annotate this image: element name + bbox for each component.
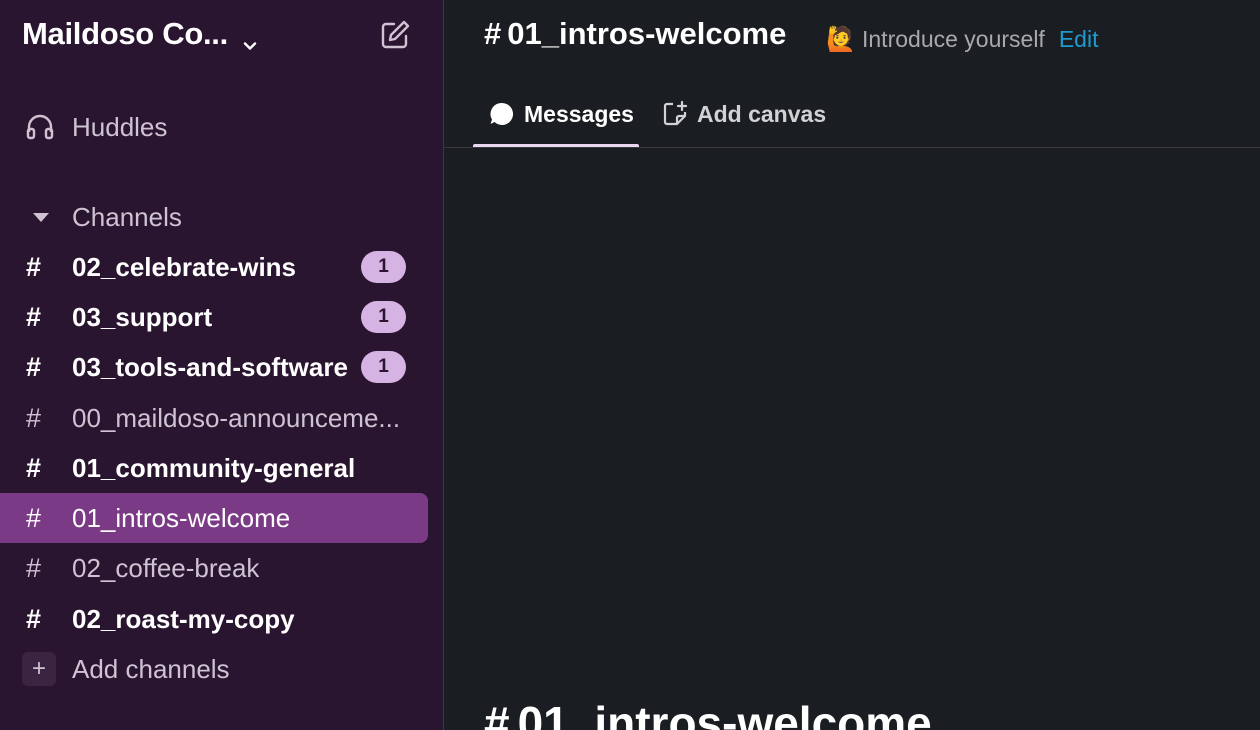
channel-name: 02_coffee-break: [72, 552, 260, 583]
hash-icon: #: [26, 301, 42, 332]
unread-badge: 1: [361, 301, 406, 333]
edit-topic-link[interactable]: Edit: [1059, 26, 1099, 53]
channel-tabs: Messages Add canvas: [444, 80, 1260, 148]
tab-label: Messages: [524, 100, 634, 127]
sidebar-item-huddles[interactable]: Huddles: [0, 102, 430, 152]
channel-name: 02_celebrate-wins: [72, 251, 297, 282]
sidebar-channel-02-celebrate-wins[interactable]: # 02_celebrate-wins 1: [0, 242, 430, 292]
hash-icon: #: [26, 502, 42, 533]
sidebar-channel-03-support[interactable]: # 03_support 1: [0, 292, 430, 342]
channel-name: 02_roast-my-copy: [72, 603, 295, 634]
message-bubble-icon: [488, 100, 516, 128]
sidebar-channel-02-roast-my-copy[interactable]: # 02_roast-my-copy: [0, 594, 430, 644]
canvas-add-icon: [661, 100, 689, 128]
channel-view: # 01_intros-welcome 🙋 Introduce yourself…: [444, 0, 1260, 730]
tab-add-canvas[interactable]: Add canvas: [661, 80, 826, 148]
sidebar-channel-03-tools-and-software[interactable]: # 03_tools-and-software 1: [0, 342, 430, 392]
caret-down-icon: [33, 212, 49, 222]
hash-icon: #: [26, 351, 42, 382]
topic-text: Introduce yourself: [862, 25, 1045, 52]
channel-intro-title: # 01_intros-welcome: [484, 696, 932, 730]
sidebar-channel-00-maildoso-announcements[interactable]: # 00_maildoso-announceme...: [0, 393, 430, 443]
sidebar: Maildoso Co... Huddles Channels # 02_cel…: [0, 0, 443, 730]
channel-title-button[interactable]: # 01_intros-welcome: [484, 16, 786, 52]
channel-intro-name: 01_intros-welcome: [517, 697, 932, 730]
channel-name: 01_intros-welcome: [72, 502, 291, 533]
chevron-down-icon: [242, 26, 258, 50]
unread-badge: 1: [361, 251, 406, 283]
hash-icon: #: [26, 251, 42, 282]
sidebar-item-label: Huddles: [72, 111, 168, 142]
channel-topic: 🙋 Introduce yourself Edit: [826, 24, 1098, 54]
workspace-header: Maildoso Co...: [0, 0, 443, 72]
channel-name: 00_maildoso-announceme...: [72, 402, 401, 433]
headphones-icon: [24, 111, 56, 143]
tab-label: Add canvas: [697, 100, 827, 127]
tab-messages[interactable]: Messages: [488, 80, 634, 148]
channel-name: 01_community-general: [72, 452, 356, 483]
workspace-switcher[interactable]: Maildoso Co...: [22, 16, 258, 52]
sidebar-channel-01-community-general[interactable]: # 01_community-general: [0, 443, 430, 493]
hash-icon: #: [26, 402, 42, 433]
plus-icon: +: [22, 652, 56, 686]
channel-name: 03_tools-and-software: [72, 351, 348, 382]
channel-title: 01_intros-welcome: [507, 16, 787, 51]
hash-icon: #: [26, 452, 42, 483]
channel-name: 03_support: [72, 301, 213, 332]
hash-icon: #: [26, 603, 42, 634]
channels-section-toggle[interactable]: Channels: [0, 192, 430, 242]
compose-icon[interactable]: [378, 18, 412, 52]
sidebar-channel-02-coffee-break[interactable]: # 02_coffee-break: [0, 543, 430, 593]
sidebar-channel-01-intros-welcome[interactable]: # 01_intros-welcome: [0, 493, 428, 543]
raising-hand-emoji-icon: 🙋: [826, 25, 856, 53]
workspace-name: Maildoso Co...: [22, 16, 228, 51]
channels-section-label: Channels: [72, 201, 182, 232]
add-channels-label: Add channels: [72, 653, 230, 684]
unread-badge: 1: [361, 351, 406, 383]
hash-icon: #: [484, 16, 502, 51]
hash-icon: #: [484, 697, 510, 730]
tabs-divider: [444, 147, 1260, 148]
hash-icon: #: [26, 552, 42, 583]
add-channels-button[interactable]: + Add channels: [0, 644, 430, 694]
